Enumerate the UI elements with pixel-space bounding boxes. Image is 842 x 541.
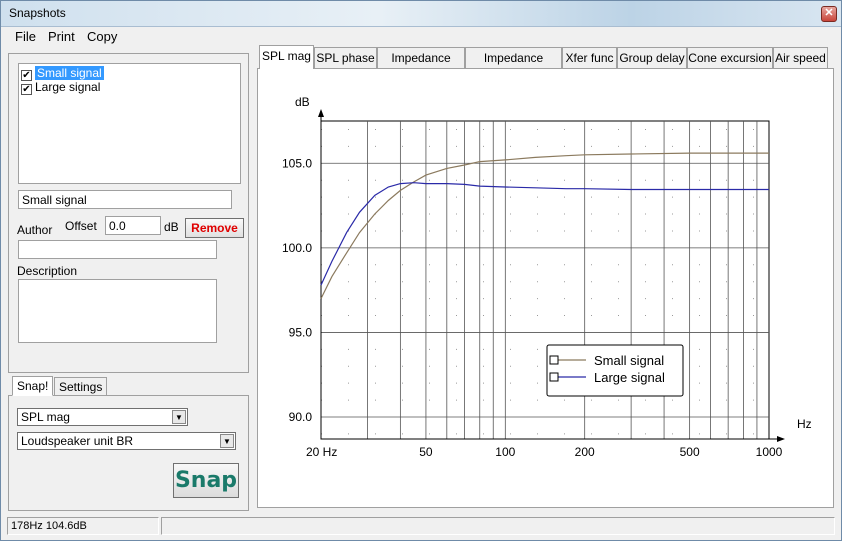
author-label: Author: [17, 223, 53, 237]
plot-type-select[interactable]: SPL mag ▼: [17, 408, 188, 426]
snapshot-label: Large signal: [35, 80, 101, 94]
offset-unit: dB: [164, 220, 179, 234]
legend-marker: [549, 372, 559, 382]
x-axis-label: Hz: [797, 417, 812, 431]
x-tick-label: 100: [495, 445, 515, 459]
tab-settings[interactable]: Settings: [54, 377, 108, 397]
legend-label: Large signal: [594, 370, 665, 385]
y-axis-label: dB: [295, 95, 310, 109]
x-axis-arrow: [777, 436, 785, 442]
x-tick-label: 200: [575, 445, 595, 459]
legend-label: Small signal: [594, 353, 664, 368]
remove-button[interactable]: Remove: [185, 218, 244, 238]
author-field[interactable]: [18, 240, 217, 259]
chart-panel: dB Hz 105.0 100.0 95.0 90.0 20 Hz 50 100 200 500 10…: [257, 68, 834, 508]
tab-spl-mag[interactable]: SPL mag: [259, 45, 314, 69]
tab-impedance-phase[interactable]: Impedance phase: [465, 47, 562, 85]
tab-group-delay[interactable]: Group delay: [617, 47, 687, 69]
snapshots-window: Snapshots ✕ File Print Copy ✔ Small signa…: [0, 0, 842, 541]
plot-frame: [320, 120, 770, 440]
snapshot-details-panel: ✔ Small signal ✔ Large signal Small signal…: [8, 53, 249, 373]
unit-select[interactable]: Loudspeaker unit BR ▼: [17, 432, 236, 450]
tab-cone-excursion[interactable]: Cone excursion: [687, 47, 773, 69]
plot-tabs: SPL mag SPL phase Impedance mag Impedanc…: [257, 45, 837, 85]
offset-input[interactable]: 0.0: [105, 216, 161, 235]
tab-snap[interactable]: Snap!: [12, 376, 54, 396]
snap-button[interactable]: Snap: [173, 463, 239, 498]
tab-impedance-mag[interactable]: Impedance mag: [377, 47, 465, 85]
tab-air-speed[interactable]: Air speed: [773, 47, 828, 69]
cursor-readout: 178Hz 104.6dB: [7, 517, 159, 535]
snapshot-item-small-signal[interactable]: ✔ Small signal: [21, 66, 238, 81]
menu-copy[interactable]: Copy: [87, 29, 117, 44]
close-button[interactable]: ✕: [821, 6, 837, 22]
menu-print[interactable]: Print: [48, 29, 75, 44]
plot-type-value: SPL mag: [21, 410, 70, 424]
y-tick-label: 100.0: [282, 241, 312, 255]
menu-file[interactable]: File: [15, 29, 36, 44]
spl-magnitude-chart[interactable]: dB Hz 105.0 100.0 95.0 90.0 20 Hz 50 100 200 500 10…: [258, 69, 833, 507]
window-title: Snapshots: [9, 6, 66, 20]
unit-value: Loudspeaker unit BR: [21, 434, 134, 448]
chevron-down-icon[interactable]: ▼: [220, 434, 234, 448]
legend-marker: [549, 355, 559, 365]
x-tick-label: 20 Hz: [306, 445, 337, 459]
chart-legend: Small signal Large signal: [546, 344, 684, 397]
menu-bar: File Print Copy: [1, 27, 841, 47]
y-axis-arrow: [318, 109, 324, 117]
description-label: Description: [17, 264, 78, 278]
snapshot-label: Small signal: [35, 66, 104, 80]
snapshot-list[interactable]: ✔ Small signal ✔ Large signal: [18, 63, 241, 184]
x-tick-label: 1000: [756, 445, 783, 459]
y-tick-label: 95.0: [289, 325, 313, 339]
y-tick-label: 90.0: [289, 410, 313, 424]
snapshot-item-large-signal[interactable]: ✔ Large signal: [21, 80, 238, 95]
offset-label: Offset: [65, 219, 97, 233]
snapshot-name-field[interactable]: Small signal: [18, 190, 232, 209]
y-tick-label: 105.0: [282, 156, 312, 170]
status-bar: 178Hz 104.6dB: [1, 514, 841, 540]
tab-xfer-func[interactable]: Xfer func: [562, 47, 617, 69]
x-tick-label: 50: [419, 445, 433, 459]
description-field[interactable]: [18, 279, 217, 343]
snapshot-checkbox[interactable]: ✔: [21, 84, 32, 95]
status-secondary: [161, 517, 835, 535]
title-bar[interactable]: Snapshots ✕: [1, 1, 841, 27]
tab-spl-phase[interactable]: SPL phase: [314, 47, 377, 69]
close-icon: ✕: [824, 7, 834, 19]
x-tick-label: 500: [680, 445, 700, 459]
chevron-down-icon[interactable]: ▼: [172, 410, 186, 424]
